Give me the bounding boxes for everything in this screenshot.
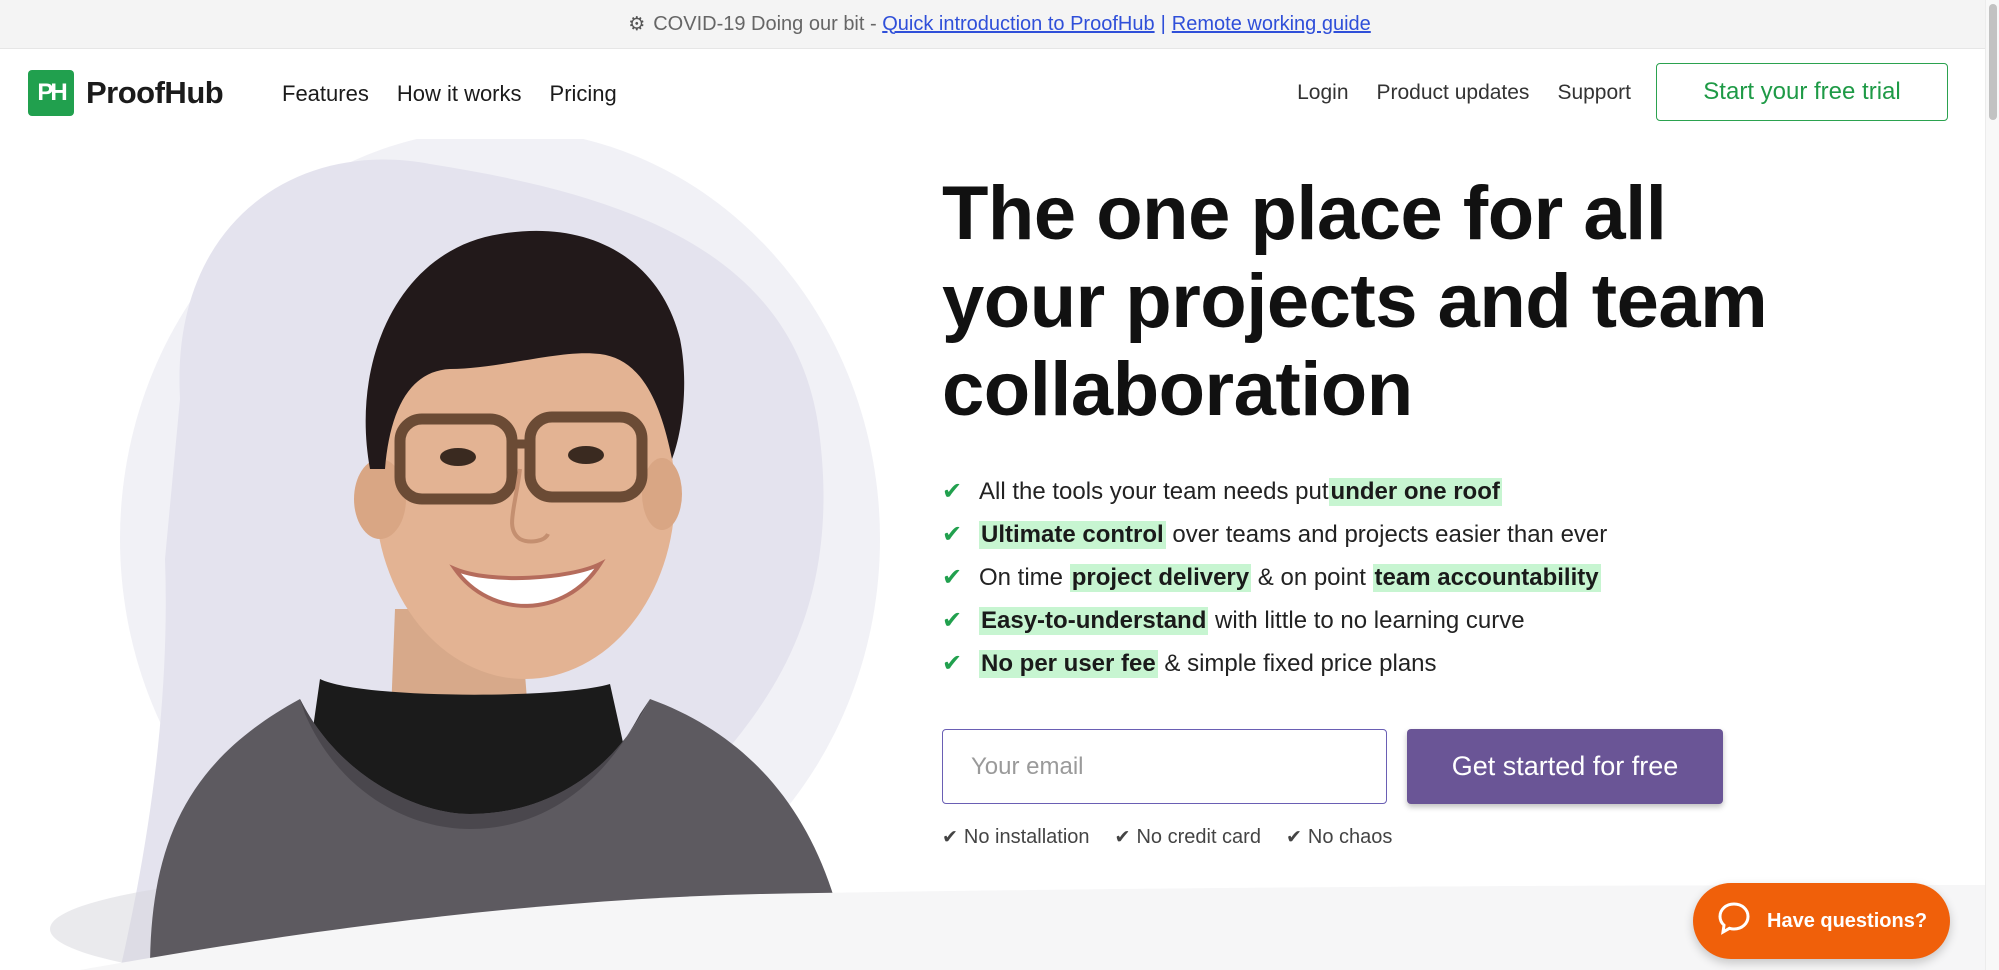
feature-text: & simple fixed price plans (1157, 649, 1437, 677)
get-started-button[interactable]: Get started for free (1407, 729, 1723, 804)
perk-item: ✔ No credit card (1114, 826, 1261, 848)
email-field[interactable] (942, 729, 1387, 804)
covid-banner: ⚙ COVID-19 Doing our bit - Quick introdu… (0, 0, 1999, 49)
check-icon: ✔ (942, 827, 958, 848)
site-header: PH ProofHub Features How it works Pricin… (0, 49, 1999, 139)
feature-text: over teams and projects easier than ever (1165, 520, 1608, 548)
chat-bubble-icon (1717, 901, 1751, 941)
feature-list: ✔ All the tools your team needs put unde… (942, 470, 1607, 685)
feature-highlight: Ultimate control (979, 520, 1166, 549)
nav-login[interactable]: Login (1297, 81, 1348, 105)
scroll-thumb[interactable] (1989, 4, 1997, 120)
chat-label: Have questions? (1767, 909, 1928, 932)
virus-icon: ⚙ (628, 13, 646, 35)
feature-item: ✔ Ultimate control over teams and projec… (942, 513, 1607, 556)
nav-product-updates[interactable]: Product updates (1377, 81, 1530, 105)
feature-text: All the tools your team needs put (979, 477, 1329, 505)
banner-text: COVID-19 Doing our bit - (653, 12, 877, 35)
check-icon: ✔ (1285, 827, 1302, 848)
feature-highlight: Easy-to-understand (979, 606, 1209, 635)
hero-headline: The one place for all your projects and … (942, 171, 1768, 432)
feature-item: ✔ No per user fee & simple fixed price p… (942, 642, 1607, 685)
main-nav: Features How it works Pricing (282, 81, 617, 107)
feature-highlight: under one roof (1328, 477, 1502, 506)
start-trial-button[interactable]: Start your free trial (1656, 63, 1948, 121)
nav-features[interactable]: Features (282, 81, 369, 107)
secondary-nav: Login Product updates Support (1297, 81, 1631, 105)
hero-photo (0, 139, 900, 970)
check-icon: ✔ (942, 650, 963, 677)
feature-item: ✔ On time project delivery & on point te… (942, 556, 1607, 599)
remote-guide-link[interactable]: Remote working guide (1172, 13, 1371, 36)
check-icon: ✔ (942, 478, 963, 505)
nav-pricing[interactable]: Pricing (550, 81, 617, 107)
feature-highlight: No per user fee (979, 649, 1158, 678)
banner-separator: | (1160, 12, 1166, 35)
perk-item: ✔ No chaos (1285, 826, 1393, 848)
feature-highlight: project delivery (1069, 563, 1252, 592)
check-icon: ✔ (942, 607, 963, 634)
feature-highlight: team accountability (1372, 563, 1601, 592)
intro-link[interactable]: Quick introduction to ProofHub (882, 13, 1154, 36)
feature-item: ✔ Easy-to-understand with little to no l… (942, 599, 1607, 642)
perk-item: ✔ No installation (942, 826, 1090, 848)
logo-mark: PH (28, 70, 74, 116)
scrollbar[interactable] (1985, 0, 1999, 970)
nav-how-it-works[interactable]: How it works (397, 81, 522, 107)
feature-text: & on point (1251, 563, 1373, 591)
check-icon: ✔ (1114, 827, 1131, 848)
logo-text: ProofHub (86, 75, 224, 110)
feature-item: ✔ All the tools your team needs put unde… (942, 470, 1607, 513)
feature-text: with little to no learning curve (1208, 606, 1525, 634)
perks-list: ✔ No installation ✔ No credit card ✔ No cha… (942, 826, 1392, 849)
check-icon: ✔ (942, 564, 963, 591)
have-questions-button[interactable]: Have questions? (1693, 883, 1950, 959)
check-icon: ✔ (942, 521, 963, 548)
nav-support[interactable]: Support (1557, 81, 1631, 105)
feature-text: On time (979, 563, 1070, 591)
logo[interactable]: PH ProofHub (28, 70, 224, 116)
